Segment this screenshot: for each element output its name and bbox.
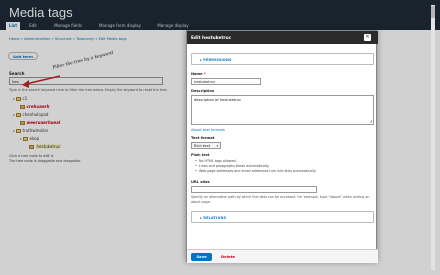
required-marker: *: [203, 72, 206, 76]
dialog-titlebar[interactable]: Edit hestuketruc ✕: [187, 31, 378, 44]
plain-text-rule: Lines and paragraphs break automatically…: [195, 164, 269, 168]
dialog-title: Edit hestuketruc: [191, 35, 232, 41]
text-format-select[interactable]: Rich text ▾: [191, 142, 221, 149]
text-format-value: Rich text: [194, 144, 210, 148]
plain-text-label: Plain text: [191, 153, 210, 157]
dialog-footer: Save Delete: [187, 249, 378, 263]
chevron-down-icon: ▾: [216, 144, 218, 148]
relations-summary[interactable]: ▸ RELATIONS: [200, 216, 226, 220]
relations-details[interactable]: ▸ RELATIONS: [191, 211, 374, 223]
text-format-label: Text format: [191, 136, 215, 140]
about-text-formats-link[interactable]: About text formats: [191, 128, 225, 132]
description-label: Description: [191, 89, 215, 93]
name-field[interactable]: hestuketruc: [191, 78, 261, 85]
close-icon[interactable]: ✕: [364, 34, 371, 41]
permissions-summary[interactable]: ▸ PERMISSIONS: [200, 58, 232, 62]
edit-term-dialog: Edit hestuketruc ✕ ▸ PERMISSIONS Name * …: [186, 30, 378, 263]
plain-text-rule: Web page addresses and email addresses t…: [195, 169, 316, 173]
name-label: Name *: [191, 72, 206, 76]
page-scrollbar[interactable]: [431, 5, 435, 270]
name-label-text: Name: [191, 72, 203, 76]
url-alias-description: Specify an alternative path by which thi…: [191, 195, 370, 204]
description-value: description of hestuketruc: [194, 98, 242, 102]
url-alias-label: URL alias: [191, 180, 210, 184]
permissions-details[interactable]: ▸ PERMISSIONS: [191, 53, 374, 65]
resize-handle-icon[interactable]: ◢: [370, 119, 372, 123]
url-alias-field[interactable]: [191, 186, 317, 193]
plain-text-rule: No HTML tags allowed.: [195, 159, 237, 163]
description-field[interactable]: description of hestuketruc ◢: [191, 95, 374, 125]
save-button[interactable]: Save: [191, 253, 212, 261]
delete-link[interactable]: Delete: [221, 254, 235, 259]
dialog-body: ▸ PERMISSIONS Name * hestuketruc Descrip…: [187, 44, 378, 249]
scrollbar-thumb[interactable]: [431, 6, 435, 18]
